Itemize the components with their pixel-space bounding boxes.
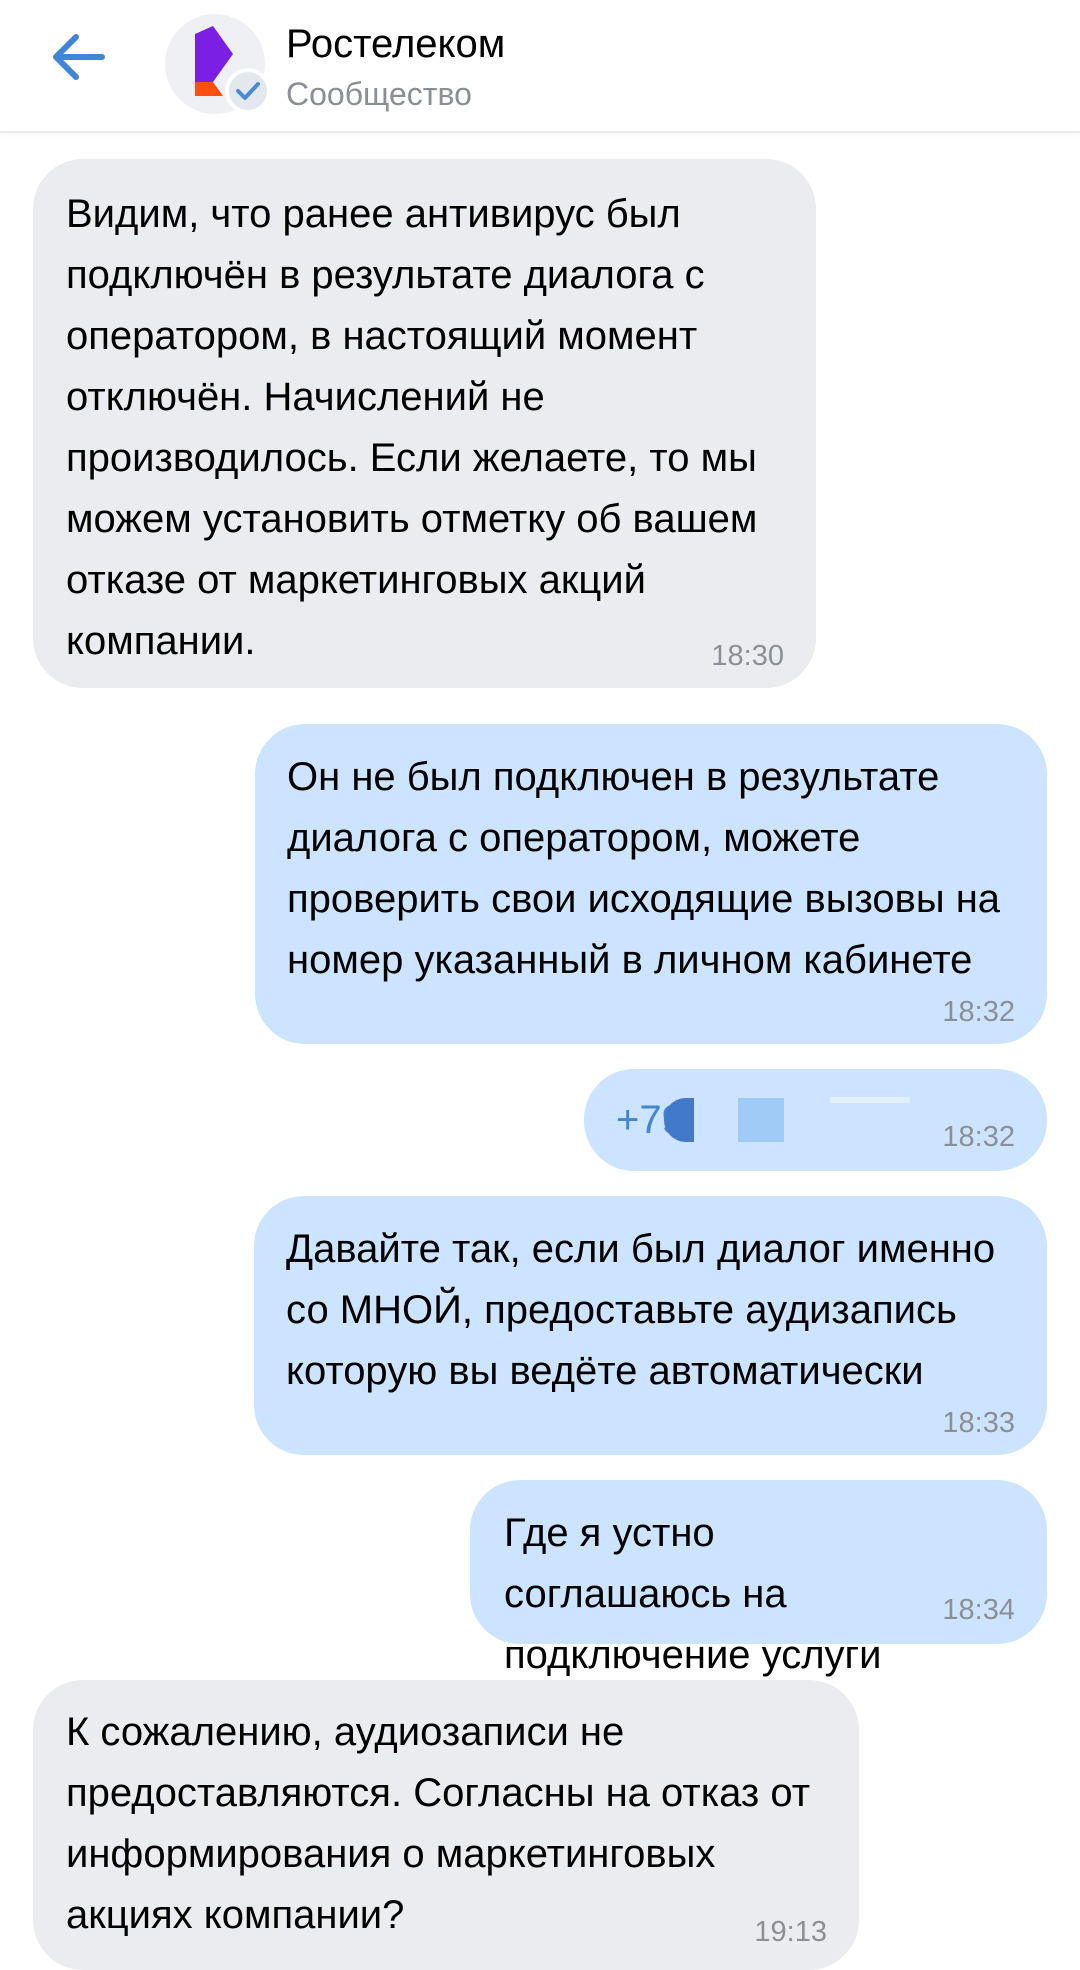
message-text: Видим, что ранее антивирус был подключён… xyxy=(66,192,758,663)
message-time: 18:34 xyxy=(942,1594,1015,1626)
back-button[interactable] xyxy=(38,24,118,90)
message-text: Где я устно соглашаюсь на подключение ус… xyxy=(504,1511,882,1677)
redaction-mark xyxy=(737,1098,784,1142)
message-bubble-incoming[interactable]: Видим, что ранее антивирус был подключён… xyxy=(33,159,816,688)
message-bubble-outgoing[interactable]: Давайте так, если был диалог именно со М… xyxy=(254,1196,1047,1455)
message-text: К сожалению, аудиозаписи не предоставляю… xyxy=(66,1710,811,1937)
checkmark-icon xyxy=(236,82,260,100)
message-bubble-outgoing[interactable]: Где я устно соглашаюсь на подключение ус… xyxy=(470,1480,1047,1677)
message-bubble-outgoing[interactable]: +79 18:32 xyxy=(584,1069,1047,1171)
community-avatar[interactable] xyxy=(165,14,271,114)
message-time: 18:32 xyxy=(942,996,1015,1028)
chat-title[interactable]: Ростелеком xyxy=(286,20,505,68)
message-time: 18:33 xyxy=(942,1407,1015,1439)
arrow-left-icon xyxy=(53,34,105,80)
verified-badge xyxy=(225,68,271,114)
redaction-mark xyxy=(829,1097,910,1103)
message-time: 18:32 xyxy=(942,1121,1015,1153)
message-text: Он не был подключен в результате диалога… xyxy=(287,755,1001,982)
message-time: 18:30 xyxy=(711,640,784,672)
message-bubble-incoming[interactable]: К сожалению, аудиозаписи не предоставляю… xyxy=(33,1680,859,1970)
message-time: 19:13 xyxy=(754,1916,827,1948)
chat-header: Ростелеком Сообщество xyxy=(0,0,1080,133)
message-bubble-outgoing[interactable]: Он не был подключен в результате диалога… xyxy=(255,724,1047,1044)
chat-subtitle: Сообщество xyxy=(286,76,472,112)
message-text: Давайте так, если был диалог именно со М… xyxy=(286,1227,996,1393)
